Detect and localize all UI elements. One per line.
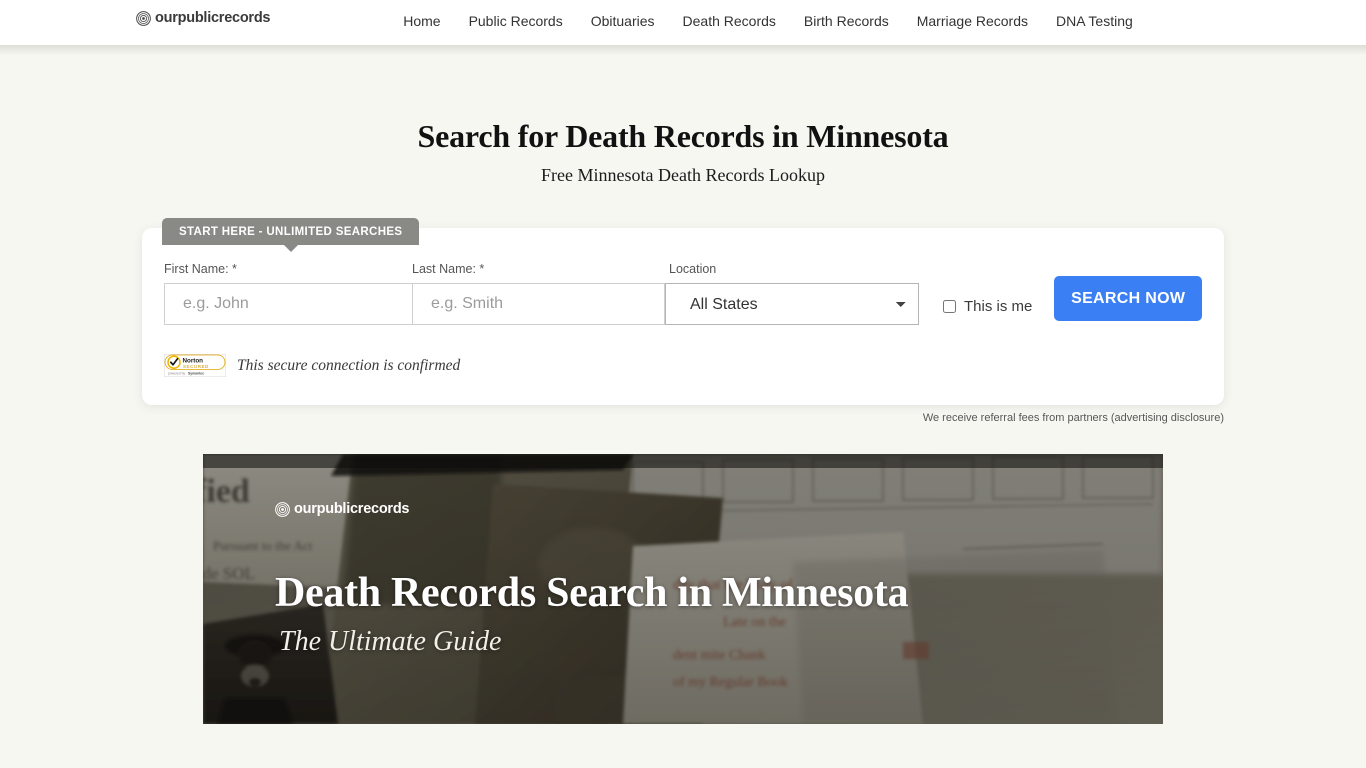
banner-brand-logo: ourpublicrecords	[275, 501, 410, 518]
nav-item-dna-testing[interactable]: DNA Testing	[1056, 13, 1133, 30]
secure-connection-text: This secure connection is confirmed	[237, 356, 461, 374]
this-is-me-group[interactable]: This is me	[943, 298, 1032, 315]
secure-connection-row: Norton SECURED powered by Symantec This …	[164, 354, 1202, 377]
norton-secured-badge-icon: Norton SECURED powered by Symantec	[164, 354, 226, 377]
main-navigation: Home Public Records Obituaries Death Rec…	[0, 13, 1366, 30]
search-card: First Name: * Last Name: * Location All …	[142, 228, 1224, 405]
first-name-input[interactable]	[164, 283, 412, 325]
advertising-disclosure: We receive referral fees from partners (…	[922, 412, 1224, 424]
location-field-group: Location All States	[665, 262, 919, 325]
nav-item-death-records[interactable]: Death Records	[683, 13, 776, 30]
start-here-badge: START HERE - UNLIMITED SEARCHES	[162, 218, 420, 252]
nav-item-marriage-records[interactable]: Marriage Records	[917, 13, 1028, 30]
first-name-field-group: First Name: *	[164, 262, 412, 325]
search-section: START HERE - UNLIMITED SEARCHES First Na…	[142, 186, 1224, 405]
last-name-field-group: Last Name: *	[412, 262, 665, 325]
nav-item-public-records[interactable]: Public Records	[469, 13, 563, 30]
last-name-input[interactable]	[412, 283, 665, 325]
this-is-me-label: This is me	[964, 298, 1033, 315]
banner-title: Death Records Search in Minnesota	[275, 570, 909, 616]
page-title: Search for Death Records in Minnesota	[417, 118, 949, 154]
page-subtitle: Free Minnesota Death Records Lookup	[541, 165, 825, 185]
location-select[interactable]: All States	[665, 283, 919, 325]
nav-item-birth-records[interactable]: Birth Records	[804, 13, 889, 30]
hero-banner: fied Pursuant to the Act ade SOL day tha…	[203, 454, 1163, 724]
last-name-label: Last Name: *	[412, 262, 485, 276]
search-now-button[interactable]: SEARCH NOW	[1054, 276, 1202, 321]
location-label: Location	[669, 262, 717, 276]
this-is-me-checkbox[interactable]	[943, 300, 956, 313]
search-field-row: First Name: * Last Name: * Location All …	[164, 262, 1202, 325]
nav-item-home[interactable]: Home	[403, 13, 440, 30]
svg-text:SECURED: SECURED	[183, 364, 209, 369]
site-header: ourpublicrecords Home Public Records Obi…	[0, 0, 1366, 55]
fingerprint-icon	[275, 502, 290, 517]
first-name-label: First Name: *	[164, 262, 237, 276]
svg-text:powered by: powered by	[168, 372, 185, 376]
banner-subtitle: The Ultimate Guide	[279, 626, 502, 657]
banner-brand-name: ourpublicrecords	[294, 501, 410, 518]
svg-text:Symantec: Symantec	[188, 372, 204, 376]
nav-item-obituaries[interactable]: Obituaries	[591, 13, 655, 30]
